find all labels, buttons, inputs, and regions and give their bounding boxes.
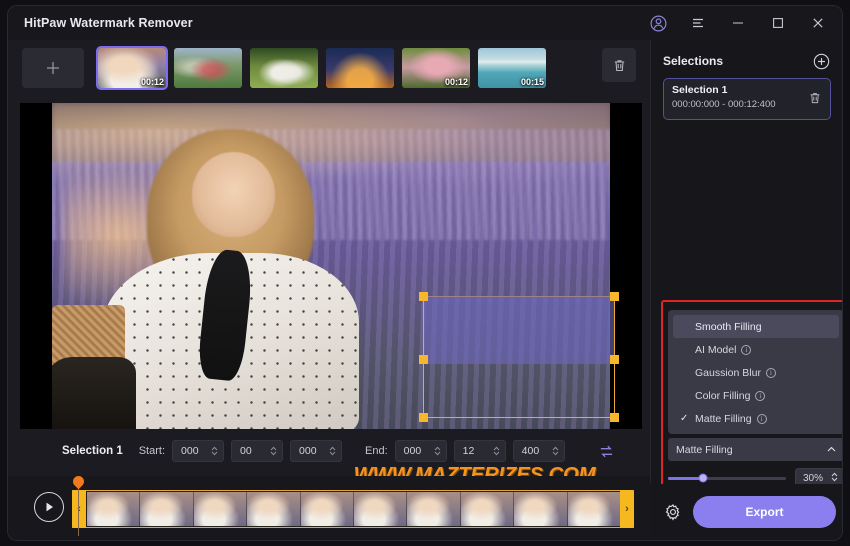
thumbnail-item[interactable]	[326, 48, 394, 88]
stepper-arrows-icon[interactable]	[434, 446, 441, 456]
fill-option-label: Smooth Filling	[695, 320, 762, 333]
thumbnail-item[interactable]	[174, 48, 242, 88]
minimize-button[interactable]	[718, 6, 758, 40]
time-controls-row: Selection 1 Start: 000 00 000 End: 000 1…	[20, 434, 642, 468]
selections-header: Selections	[663, 50, 830, 72]
fill-method-menu: Smooth Filling AI Model i Gaussion Blur …	[668, 310, 842, 434]
fill-option-label: Matte Filling	[695, 412, 752, 425]
selection-name-label: Selection 1	[62, 445, 123, 457]
opacity-slider[interactable]	[668, 473, 786, 483]
trim-handle-left[interactable]: ‹	[72, 490, 86, 528]
start-seconds-stepper[interactable]: 000	[172, 440, 225, 462]
fill-option-color-filling[interactable]: Color Filling i	[673, 384, 839, 407]
start-seconds-value: 000	[181, 445, 199, 457]
stepper-arrows-icon[interactable]	[552, 446, 559, 456]
fill-option-smooth-filling[interactable]: Smooth Filling	[673, 315, 839, 338]
close-button[interactable]	[798, 6, 838, 40]
thumbnail-strip: 00:12 00:12 00:15	[8, 40, 650, 96]
info-icon[interactable]: i	[741, 344, 752, 355]
resize-handle-top-right[interactable]	[610, 292, 619, 301]
fill-option-label: Color Filling	[695, 389, 751, 402]
selection-fill-overlay	[424, 296, 614, 364]
stepper-arrows-icon[interactable]	[270, 446, 277, 456]
thumbnail-duration: 00:12	[444, 77, 468, 87]
export-button[interactable]: Export	[693, 496, 836, 528]
thumbnail-item[interactable]	[250, 48, 318, 88]
opacity-value: 30%	[803, 472, 824, 484]
selection-rectangle[interactable]	[419, 292, 619, 422]
selections-panel: Selections Selection 1 000:00:000 - 000:…	[650, 40, 842, 540]
resize-handle-middle-right[interactable]	[610, 355, 619, 364]
sync-icon[interactable]	[598, 444, 615, 459]
end-milliseconds-stepper[interactable]: 400	[512, 440, 565, 462]
stepper-arrows-icon[interactable]	[493, 446, 500, 456]
end-seconds-stepper[interactable]: 000	[394, 440, 447, 462]
delete-media-button[interactable]	[602, 48, 636, 82]
plus-circle-icon[interactable]	[813, 53, 830, 70]
thumbnail-item[interactable]: 00:12	[402, 48, 470, 88]
start-label: Start:	[138, 445, 166, 457]
end-minutes-value: 12	[462, 445, 475, 457]
timeline-bar: ‹ ›	[8, 476, 650, 540]
maximize-button[interactable]	[758, 6, 798, 40]
gear-icon[interactable]	[664, 503, 682, 521]
fill-method-combobox[interactable]: Matte Filling	[668, 438, 842, 461]
fill-option-label: Gaussion Blur	[695, 366, 761, 379]
start-minutes-value: 00	[240, 445, 252, 457]
window-controls	[638, 6, 838, 40]
end-milliseconds-value: 400	[521, 445, 540, 457]
resize-handle-bottom-left[interactable]	[419, 413, 428, 422]
play-button[interactable]	[34, 492, 64, 522]
start-minutes-stepper[interactable]: 00	[231, 440, 284, 462]
fill-option-matte-filling[interactable]: ✓ Matte Filling i	[673, 407, 839, 430]
timeline-filmstrip	[87, 492, 621, 526]
resize-handle-top-left[interactable]	[419, 292, 428, 301]
fill-option-gaussion-blur[interactable]: Gaussion Blur i	[673, 361, 839, 384]
selection-card[interactable]: Selection 1 000:00:000 - 000:12:400	[663, 78, 831, 120]
thumbnail-duration: 00:12	[140, 77, 164, 87]
chevron-up-icon[interactable]	[827, 444, 836, 456]
stepper-arrows-icon[interactable]	[211, 446, 218, 456]
add-media-button[interactable]	[22, 48, 84, 88]
stepper-arrows-icon[interactable]	[329, 446, 336, 456]
end-seconds-value: 000	[403, 445, 422, 457]
timeline-clip[interactable]: ‹ ›	[72, 490, 634, 528]
thumbnail-item[interactable]: 00:12	[96, 46, 168, 90]
trim-handle-right[interactable]: ›	[620, 490, 634, 528]
fill-option-ai-model[interactable]: AI Model i	[673, 338, 839, 361]
app-title: HitPaw Watermark Remover	[24, 16, 193, 30]
selection-card-range: 000:00:000 - 000:12:400	[672, 99, 776, 110]
bottom-action-bar: Export	[650, 484, 842, 540]
slider-knob[interactable]	[698, 473, 708, 483]
fill-option-label: AI Model	[695, 343, 737, 356]
title-bar: HitPaw Watermark Remover	[8, 6, 842, 40]
end-minutes-stepper[interactable]: 12	[453, 440, 506, 462]
info-icon[interactable]: i	[755, 390, 766, 401]
resize-handle-middle-left[interactable]	[419, 355, 428, 364]
thumbnail-duration: 00:15	[520, 77, 544, 87]
fill-method-value: Matte Filling	[676, 443, 733, 456]
info-icon[interactable]: i	[756, 413, 767, 424]
end-label: End:	[365, 445, 388, 457]
playhead[interactable]	[78, 480, 79, 536]
account-icon[interactable]	[638, 6, 678, 40]
trash-icon[interactable]	[808, 91, 822, 110]
stepper-arrows-icon[interactable]	[831, 472, 838, 485]
start-milliseconds-value: 000	[299, 445, 317, 457]
thumbnail-list: 00:12 00:12 00:15	[96, 46, 546, 90]
selections-title: Selections	[663, 54, 724, 68]
selection-card-name: Selection 1	[672, 84, 728, 96]
check-icon: ✓	[680, 413, 689, 424]
menu-icon[interactable]	[678, 6, 718, 40]
resize-handle-bottom-right[interactable]	[610, 413, 619, 422]
app-window: HitPaw Watermark Remover 00:12 00:12 00:…	[8, 6, 842, 540]
info-icon[interactable]: i	[765, 367, 776, 378]
start-milliseconds-stepper[interactable]: 000	[290, 440, 343, 462]
thumbnail-item[interactable]: 00:15	[478, 48, 546, 88]
